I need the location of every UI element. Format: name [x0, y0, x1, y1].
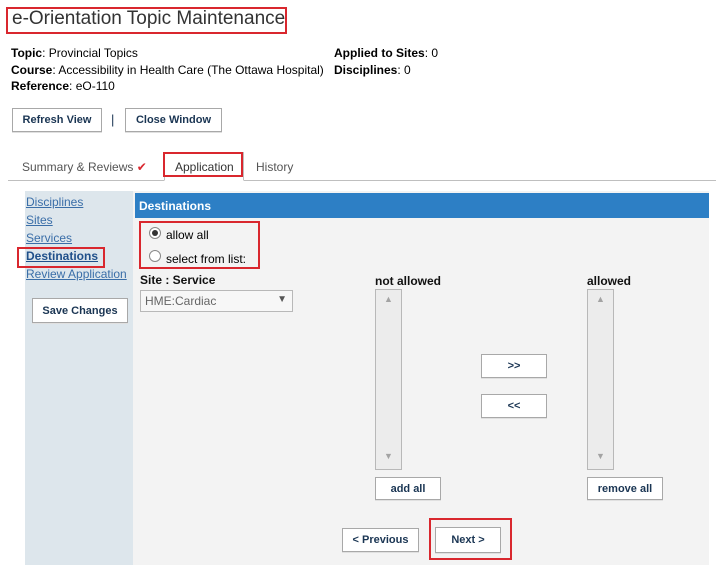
- allowed-label: allowed: [587, 274, 632, 288]
- not-allowed-list[interactable]: ▲ ▼: [375, 289, 402, 470]
- topic-value: Provincial Topics: [48, 46, 138, 60]
- allow-all-radio[interactable]: [149, 227, 161, 239]
- tab-application[interactable]: Application: [164, 152, 244, 181]
- previous-button[interactable]: < Previous: [342, 528, 419, 552]
- applied-sites-value: 0: [431, 46, 439, 60]
- select-from-list-radio[interactable]: [149, 250, 161, 262]
- allow-all-label: allow all: [166, 228, 209, 242]
- sidebar-item-review-application[interactable]: Review Application: [26, 267, 127, 281]
- scroll-down-icon[interactable]: ▼: [376, 451, 401, 467]
- tab-summary-reviews[interactable]: Summary & Reviews ✔: [22, 160, 147, 174]
- reference-value: eO-110: [75, 79, 115, 93]
- disciplines-line: Disciplines: 0: [334, 63, 411, 77]
- site-service-select[interactable]: HME:Cardiac ▼: [140, 290, 293, 312]
- scroll-up-icon[interactable]: ▲: [376, 294, 401, 310]
- refresh-view-button[interactable]: Refresh View: [12, 108, 102, 132]
- page-title: e-Orientation Topic Maintenance: [12, 8, 286, 29]
- course-value: Accessibility in Health Care (The Ottawa…: [58, 63, 324, 77]
- topic-line: Topic: Provincial Topics: [11, 46, 138, 60]
- move-left-button[interactable]: <<: [481, 394, 547, 418]
- scroll-down-icon[interactable]: ▼: [588, 451, 613, 467]
- not-allowed-label: not allowed: [375, 274, 441, 288]
- sidebar-item-services[interactable]: Services: [26, 231, 72, 245]
- next-button[interactable]: Next >: [435, 527, 501, 553]
- tab-history[interactable]: History: [256, 160, 293, 174]
- sidebar-item-disciplines[interactable]: Disciplines: [26, 195, 83, 209]
- sidebar-item-destinations[interactable]: Destinations: [26, 249, 98, 263]
- add-all-button[interactable]: add all: [375, 477, 441, 500]
- course-line: Course: Accessibility in Health Care (Th…: [11, 63, 324, 77]
- allowed-list[interactable]: ▲ ▼: [587, 289, 614, 470]
- select-from-list-label: select from list:: [166, 252, 247, 266]
- site-service-label: Site : Service: [140, 273, 216, 287]
- side-nav-panel: [25, 191, 133, 565]
- destinations-panel: [133, 191, 709, 565]
- destinations-header: Destinations: [135, 193, 709, 218]
- tab-underline: [8, 180, 716, 181]
- remove-all-button[interactable]: remove all: [587, 477, 663, 500]
- tab-summary-label: Summary & Reviews: [22, 160, 134, 174]
- site-service-value: HME:Cardiac: [145, 294, 217, 308]
- sidebar-item-sites[interactable]: Sites: [26, 213, 53, 227]
- close-window-button[interactable]: Close Window: [125, 108, 222, 132]
- check-icon: ✔: [136, 160, 147, 174]
- chevron-down-icon: ▼: [277, 294, 287, 305]
- disciplines-value: 0: [404, 63, 411, 77]
- move-right-button[interactable]: >>: [481, 354, 547, 378]
- disciplines-label: Disciplines: [334, 63, 398, 77]
- reference-label: Reference: [11, 79, 70, 93]
- topic-label: Topic: [11, 46, 43, 60]
- course-label: Course: [11, 63, 53, 77]
- applied-sites-label: Applied to Sites: [334, 46, 425, 60]
- save-changes-button[interactable]: Save Changes: [32, 298, 128, 323]
- applied-sites-line: Applied to Sites: 0: [334, 46, 439, 60]
- tab-application-label: Application: [175, 160, 234, 174]
- reference-line: Reference: eO-110: [11, 79, 115, 93]
- scroll-up-icon[interactable]: ▲: [588, 294, 613, 310]
- toolbar-separator: |: [111, 112, 115, 127]
